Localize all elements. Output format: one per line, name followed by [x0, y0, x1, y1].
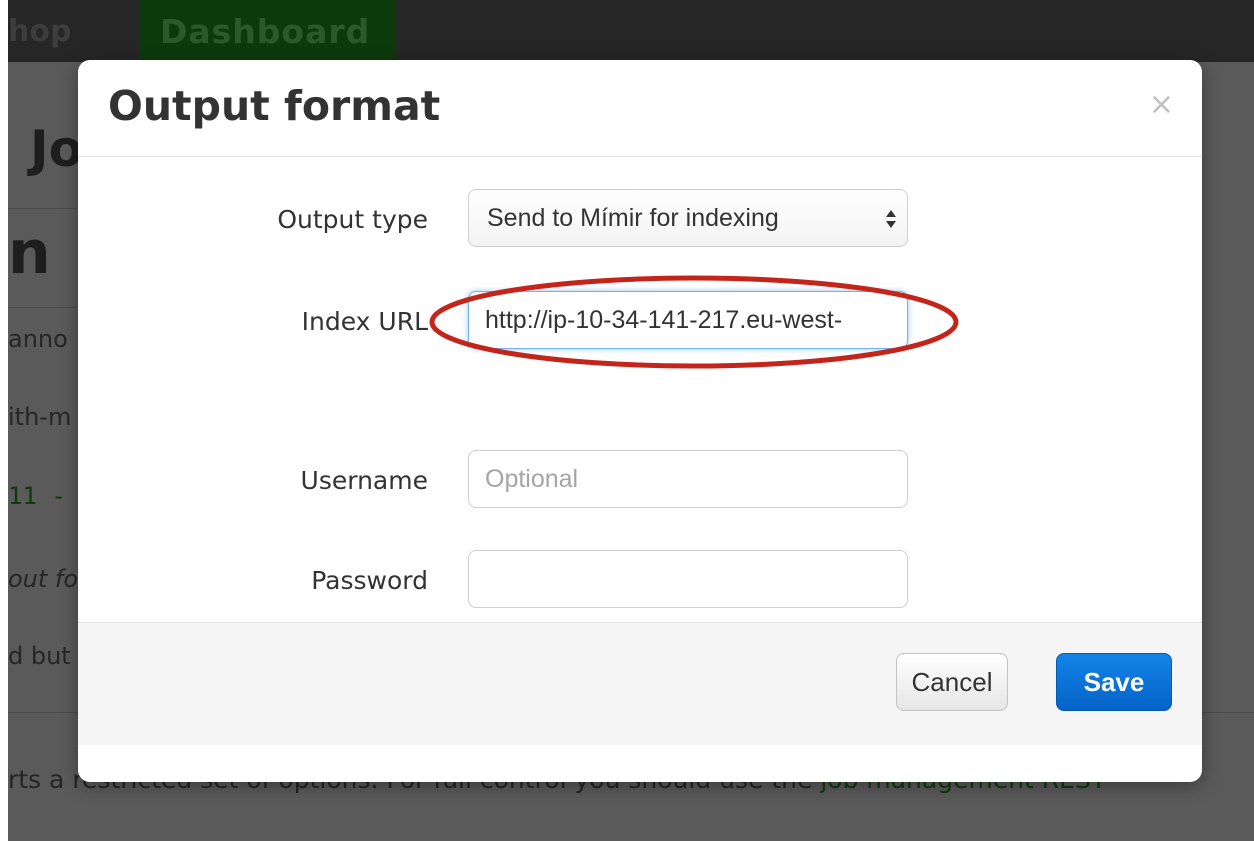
background-text: d but: [8, 642, 71, 670]
output-type-value: Send to Mímir for indexing: [487, 204, 779, 232]
password-row: Password: [78, 550, 1202, 610]
index-url-input[interactable]: http://ip-10-34-141-217.eu-west-: [468, 291, 908, 349]
username-row: Username Optional: [78, 450, 1202, 510]
save-button[interactable]: Save: [1056, 653, 1172, 711]
output-type-row: Output type Send to Mímir for indexing: [78, 189, 1202, 249]
nav-item-dashboard[interactable]: Dashboard: [140, 0, 396, 62]
output-type-label: Output type: [277, 205, 428, 234]
navbar: hop Dashboard: [8, 0, 1254, 62]
output-type-select[interactable]: Send to Mímir for indexing: [468, 189, 908, 247]
select-arrows-icon: [886, 210, 896, 228]
cancel-button[interactable]: Cancel: [896, 653, 1008, 711]
password-input[interactable]: [468, 550, 908, 608]
divider: [8, 208, 88, 209]
nav-item-dashboard-label: Dashboard: [160, 12, 371, 51]
output-format-modal: Output format × Output type Send to Mími…: [78, 60, 1202, 782]
background-text: 11 -: [8, 482, 66, 510]
username-label: Username: [300, 466, 428, 495]
background-text: ith-m: [8, 403, 72, 431]
background-text: anno: [8, 325, 68, 353]
divider: [8, 307, 88, 308]
modal-header: Output format ×: [78, 60, 1202, 157]
username-input[interactable]: Optional: [468, 450, 908, 508]
left-margin: [0, 0, 8, 841]
background-text: out fo: [8, 565, 79, 593]
modal-title: Output format: [108, 82, 441, 130]
index-url-value: http://ip-10-34-141-217.eu-west-: [485, 306, 843, 334]
index-url-row: Index URL http://ip-10-34-141-217.eu-wes…: [78, 291, 1202, 351]
username-placeholder: Optional: [485, 465, 579, 493]
index-url-label: Index URL: [301, 307, 428, 336]
page-heading: Jo: [30, 120, 83, 178]
password-label: Password: [311, 566, 428, 595]
brand-name[interactable]: hop: [8, 14, 71, 49]
close-icon[interactable]: ×: [1149, 90, 1174, 120]
modal-footer: Cancel Save: [78, 622, 1202, 745]
